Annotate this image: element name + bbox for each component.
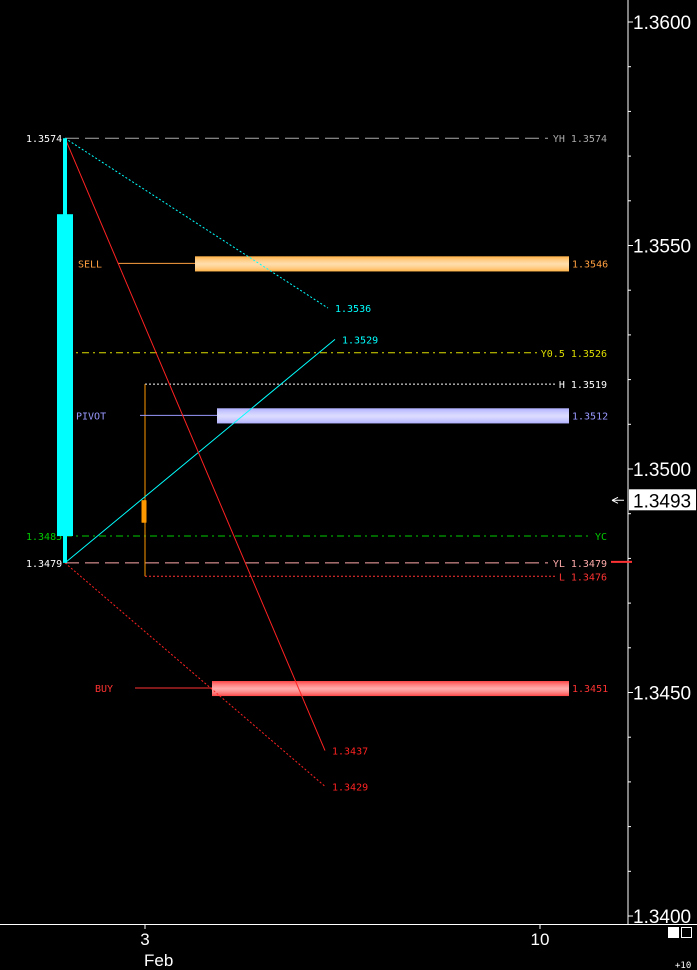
level-left-label-yl: 1.3479 (26, 559, 62, 570)
month-label: Feb (144, 951, 173, 970)
zone-label-pivot: PIVOT (76, 411, 106, 422)
price-tick-label: 1.3500 (633, 460, 691, 481)
time-tick-label: 3 (140, 930, 149, 949)
projection-line-1.3529 (64, 338, 336, 564)
projection-label-1.3536: 1.3536 (335, 304, 371, 315)
projection-line-1.3437 (64, 138, 326, 751)
projection-line-1.3536 (64, 137, 329, 309)
chart-mode-outline-button[interactable] (681, 927, 692, 938)
projection-label-1.3529: 1.3529 (342, 335, 378, 346)
projection-label-1.3429: 1.3429 (332, 782, 368, 793)
price-tick-label: 1.3400 (633, 907, 691, 928)
zone-bars: SELL 1.3546 PIVOT 1.3512 BUY 1.3451 (76, 256, 608, 697)
candles (57, 138, 147, 563)
chart-mode-filled-button[interactable] (668, 927, 679, 938)
zone-label-buy: BUY (95, 684, 113, 695)
zone-value-sell: 1.3546 (572, 259, 608, 270)
zone-value-buy: 1.3451 (572, 684, 608, 695)
zone-bar-shine-pivot (217, 408, 569, 424)
current-price-arrow-icon (611, 496, 624, 504)
current-price-label: 1.3493 (633, 491, 691, 512)
projection-label-1.3437: 1.3437 (332, 747, 368, 758)
level-label-yc: YC (595, 532, 607, 543)
candle-body (141, 500, 147, 523)
level-left-label-yh: 1.3574 (26, 134, 62, 145)
projection-line-1.3429 (64, 562, 326, 787)
time-axis[interactable]: 3 10 Feb +10 (140, 924, 691, 970)
zone-value-pivot: 1.3512 (572, 411, 608, 422)
price-tick-label: 1.3550 (633, 237, 691, 258)
level-label-l: L 1.3476 (559, 572, 607, 583)
level-label-h: H 1.3519 (559, 380, 607, 391)
level-left-label-yc: 1.3485 (26, 532, 62, 543)
zone-label-sell: SELL (78, 259, 102, 270)
level-label-yl: YL 1.3479 (553, 559, 607, 570)
time-tick-label: 10 (531, 930, 550, 949)
level-label-y05: Y0.5 1.3526 (541, 349, 607, 360)
candle-body (57, 214, 73, 537)
level-lines: YH 1.3574 1.3574 Y0.5 1.3526 H 1.3519 YC 1.34… (26, 134, 607, 583)
price-axis[interactable]: 1.3600 1.3550 1.3500 1.3450 1.3400 1.3493 (611, 13, 696, 928)
zoom-label: +10 (675, 961, 691, 970)
price-chart[interactable]: YH 1.3574 1.3574 Y0.5 1.3526 H 1.3519 YC 1.34… (0, 0, 697, 970)
price-tick-label: 1.3450 (633, 684, 691, 705)
price-tick-label: 1.3600 (633, 13, 691, 34)
zone-bar-shine-buy (212, 681, 569, 697)
level-label-yh: YH 1.3574 (553, 134, 607, 145)
